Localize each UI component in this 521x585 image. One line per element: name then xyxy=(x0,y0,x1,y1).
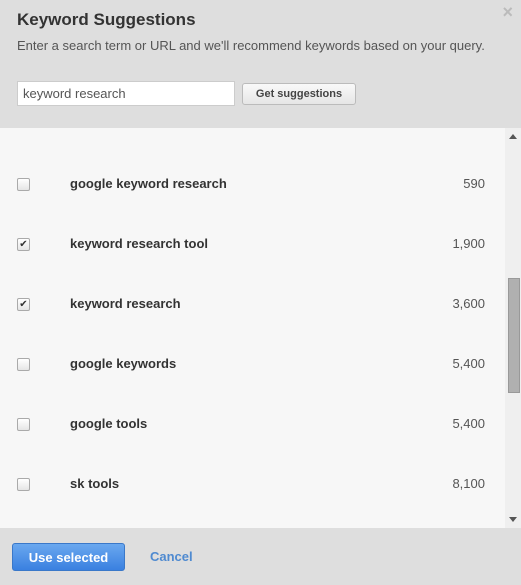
keyword-label: keyword research xyxy=(70,296,181,311)
keyword-label: google tools xyxy=(70,416,148,431)
keyword-row: google keywords 5,400 xyxy=(0,350,505,380)
cancel-link[interactable]: Cancel xyxy=(150,549,193,564)
keyword-checkbox[interactable] xyxy=(17,178,30,191)
scroll-down-arrow-icon[interactable] xyxy=(509,517,517,522)
keyword-suggestions-dialog: Keyword Suggestions Enter a search term … xyxy=(0,0,521,585)
dialog-title: Keyword Suggestions xyxy=(17,10,196,29)
keyword-volume: 1,900 xyxy=(452,236,485,251)
keyword-list: google keyword research 590 ✔ keyword resea… xyxy=(0,128,521,528)
dialog-header: Keyword Suggestions Enter a search term … xyxy=(0,0,521,128)
keyword-label: google keywords xyxy=(70,356,177,371)
keyword-label: google keyword research xyxy=(70,176,227,191)
scroll-up-arrow-icon[interactable] xyxy=(509,134,517,139)
keyword-row: google tools 5,400 xyxy=(0,410,505,440)
keyword-checkbox[interactable] xyxy=(17,358,30,371)
dialog-footer: Use selected Cancel xyxy=(0,528,521,585)
keyword-volume: 590 xyxy=(463,176,485,191)
keyword-row: ✔ keyword research tool 1,900 xyxy=(0,230,505,260)
keyword-volume: 8,100 xyxy=(452,476,485,491)
keyword-checkbox[interactable] xyxy=(17,478,30,491)
keyword-row: ✔ keyword research 3,600 xyxy=(0,290,505,320)
scrollbar-thumb[interactable] xyxy=(508,278,520,393)
use-selected-button[interactable]: Use selected xyxy=(12,543,125,571)
keyword-label: sk tools xyxy=(70,476,120,491)
keyword-row: sk tools 8,100 xyxy=(0,470,505,500)
keyword-volume: 5,400 xyxy=(452,356,485,371)
scrollbar[interactable] xyxy=(505,128,521,528)
keyword-checkbox[interactable] xyxy=(17,418,30,431)
keyword-row: google keyword research 590 xyxy=(0,170,505,200)
keyword-volume: 5,400 xyxy=(452,416,485,431)
get-suggestions-button[interactable]: Get suggestions xyxy=(242,83,356,105)
keyword-label: keyword research tool xyxy=(70,236,208,251)
keyword-checkbox[interactable]: ✔ xyxy=(17,298,30,311)
search-input[interactable] xyxy=(17,81,235,106)
dialog-subtitle: Enter a search term or URL and we'll rec… xyxy=(17,38,485,53)
keyword-volume: 3,600 xyxy=(452,296,485,311)
close-icon[interactable]: × xyxy=(502,2,513,23)
keyword-checkbox[interactable]: ✔ xyxy=(17,238,30,251)
